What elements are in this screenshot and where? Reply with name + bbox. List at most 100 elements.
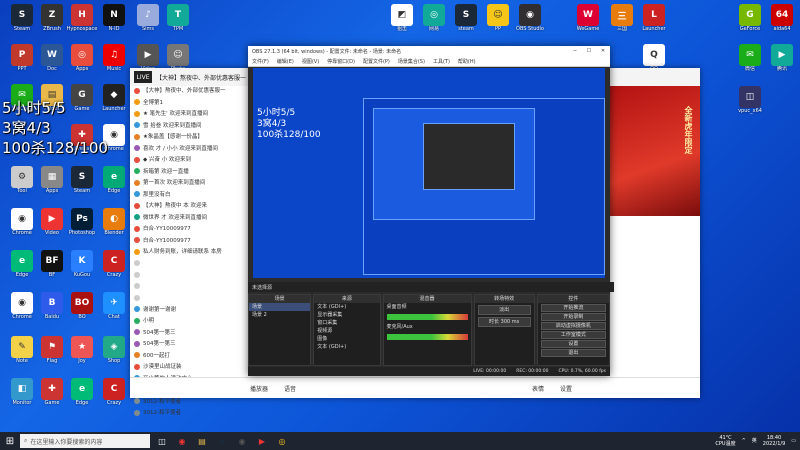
desktop-shortcut[interactable]: W WeGame	[570, 4, 606, 32]
source-item[interactable]: 显示器采集	[314, 311, 379, 319]
taskbar-app-icon[interactable]: ▤	[194, 433, 210, 449]
desktop-shortcut[interactable]: ★ Joy	[64, 336, 100, 364]
maximize-icon[interactable]: ☐	[582, 48, 596, 54]
desktop-shortcut[interactable]: ✉ 微信	[732, 44, 768, 72]
desktop-shortcut[interactable]: L Launcher	[636, 4, 672, 32]
desktop-shortcut[interactable]: ◫ vpuc_x64	[732, 86, 768, 114]
desktop-shortcut[interactable]: Ps Photoshop	[64, 208, 100, 236]
chat-message: 3012-和平使者	[130, 408, 248, 420]
source-item[interactable]: 文本 (GDI+)	[314, 303, 379, 311]
taskbar-app-icon[interactable]: ◫	[154, 433, 170, 449]
desktop-shortcut[interactable]: e Edge	[64, 378, 100, 406]
windows-start-icon[interactable]: ⊞	[0, 432, 20, 450]
settings-button[interactable]: 设置	[540, 340, 606, 348]
chat-text: ★象晶盖【感谢一份晶】	[143, 134, 203, 140]
desktop-shortcut[interactable]: ♫ Music	[96, 44, 132, 72]
user-badge-icon	[134, 87, 140, 94]
source-item[interactable]: 视频源	[314, 327, 379, 335]
chat-text: 600一起打	[143, 352, 170, 359]
obs-menu-item[interactable]: 场景集合(S)	[398, 58, 425, 65]
transition-select[interactable]: 淡出	[477, 305, 531, 315]
notification-icon[interactable]: ▭	[791, 438, 796, 444]
taskbar-app-icon[interactable]: ◉	[234, 433, 250, 449]
minimize-icon[interactable]: ─	[568, 48, 582, 54]
cpu-temp[interactable]: 41°C CPU温度	[715, 435, 735, 447]
source-item[interactable]: 文本 (GDI+)	[314, 343, 379, 351]
desktop-shortcut[interactable]: C Crazy	[96, 378, 132, 406]
desktop-shortcut[interactable]: ◩ 狙击	[384, 4, 420, 32]
desktop-shortcut[interactable]: ☺ PP	[480, 4, 516, 32]
desktop-shortcut[interactable]: ◎ 网易	[416, 4, 452, 32]
start-streaming-button[interactable]: 开始推流	[540, 304, 606, 312]
desktop-shortcut[interactable]: 三三国	[604, 4, 640, 32]
promo-banner[interactable]: 全新虎年限定	[610, 86, 700, 216]
desktop-shortcut[interactable]: C Crazy	[96, 250, 132, 278]
close-icon[interactable]: ✕	[596, 48, 610, 54]
language-indicator[interactable]: 英	[752, 438, 757, 444]
virtual-camera-button[interactable]: 启动虚拟摄像机	[540, 322, 606, 330]
obs-menubar: 文件(F) 编辑(E) 视图(V) 停靠窗口(D) 配置文件(P) 场景集合(S) 工具(T…	[248, 56, 610, 67]
desktop-shortcut[interactable]: G GeForce	[732, 4, 768, 32]
desktop-shortcut[interactable]: Ssteam	[448, 4, 484, 32]
chat-text: 拆箱第 欢迎一直播	[143, 168, 189, 175]
taskbar-app-icon[interactable]: ◉	[174, 433, 190, 449]
chat-message: 雪 拾叁 欢迎来到直播间	[130, 121, 248, 133]
clock[interactable]: 18:40 2022/1/9	[763, 435, 785, 447]
desktop-shortcut[interactable]: T TPM	[160, 4, 196, 32]
chat-message: ★ 笔先生' 欢迎来到直播间	[130, 109, 248, 121]
shortcut-label: 微信	[744, 66, 755, 72]
obs-menu-item[interactable]: 停靠窗口(D)	[327, 58, 355, 65]
chat-message	[130, 259, 248, 271]
taskbar-app-icon[interactable]: ◎	[274, 433, 290, 449]
footer-voice[interactable]: 语音	[284, 384, 296, 393]
source-item[interactable]: 窗口采集	[314, 319, 379, 327]
footer-player[interactable]: 播放器	[250, 384, 268, 393]
chat-message: 【大神】熬夜中 本 欢迎来	[130, 201, 248, 213]
obs-preview[interactable]: 5小时5/5 3窝4/3 100杀128/100	[253, 68, 605, 278]
footer-settings[interactable]: 设置	[560, 384, 572, 393]
obs-menu-item[interactable]: 编辑(E)	[277, 58, 294, 65]
desktop-shortcut[interactable]: e Edge	[96, 166, 132, 194]
desktop-shortcut[interactable]: ◎ Apps	[64, 44, 100, 72]
transition-duration[interactable]: 时长 300 ms	[477, 317, 531, 327]
desktop-shortcut[interactable]: K KuGou	[64, 250, 100, 278]
user-badge-icon	[134, 294, 140, 301]
desktop-shortcut[interactable]: ▦ Apps	[34, 166, 70, 194]
desktop-shortcut[interactable]: ✈ Chat	[96, 292, 132, 320]
start-recording-button[interactable]: 开始录制	[540, 313, 606, 321]
transitions-dock: 转场特效 淡出 时长 300 ms	[473, 294, 535, 366]
sources-dock: 来源 文本 (GDI+) 显示器采集 窗口采集 视频源 图像 文本 (GDI+)	[313, 294, 381, 366]
shortcut-label: Joy	[78, 358, 86, 364]
desktop-shortcut[interactable]: N N-ID	[96, 4, 132, 32]
tray-chevron-icon[interactable]: ^	[742, 438, 746, 444]
taskbar-app-icon[interactable]: ◆	[214, 433, 230, 449]
scene-item[interactable]: 场景 2	[249, 311, 310, 319]
desktop-shortcut[interactable]: ▶ 腾讯	[764, 44, 800, 72]
taskbar-app-icon[interactable]: ▶	[254, 433, 270, 449]
source-item[interactable]: 图像	[314, 335, 379, 343]
desktop-shortcut[interactable]: BO BO	[64, 292, 100, 320]
mixer-meter[interactable]	[386, 314, 468, 320]
desktop-shortcut[interactable]: ◐ Blender	[96, 208, 132, 236]
mixer-meter[interactable]	[386, 334, 468, 340]
scene-item[interactable]: 场景	[249, 303, 311, 311]
obs-menu-item[interactable]: 配置文件(P)	[363, 58, 390, 65]
obs-menu-item[interactable]: 帮助(H)	[458, 58, 476, 65]
desktop-shortcut[interactable]: ◉ OBS Studio	[512, 4, 548, 32]
studio-mode-button[interactable]: 工作室模式	[540, 331, 606, 339]
desktop-shortcut[interactable]: ◈ Shop	[96, 336, 132, 364]
chat-text: 那里没有白	[143, 191, 171, 198]
chat-text: 谢谢第一谢谢	[143, 306, 177, 313]
app-icon: ◎	[71, 44, 93, 66]
obs-menu-item[interactable]: 文件(F)	[252, 58, 269, 65]
app-icon: Ps	[71, 208, 93, 230]
obs-menu-item[interactable]: 工具(T)	[433, 58, 450, 65]
chat-panel[interactable]: 【大神】熬夜中、外部优惠客服一 全博第1 ★ 笔先生' 欢迎来到直播间雪 拾叁 欢迎…	[130, 86, 248, 416]
obs-menu-item[interactable]: 视图(V)	[302, 58, 319, 65]
user-badge-icon	[134, 156, 140, 163]
footer-emoji[interactable]: 表情	[532, 384, 544, 393]
taskbar-search-input[interactable]: ⌕ 在这里输入你要搜索的内容	[20, 434, 150, 448]
desktop-shortcut[interactable]: H Hypnospace	[64, 4, 100, 32]
exit-button[interactable]: 退出	[540, 349, 606, 357]
desktop-shortcut[interactable]: 64 aida64	[764, 4, 800, 32]
